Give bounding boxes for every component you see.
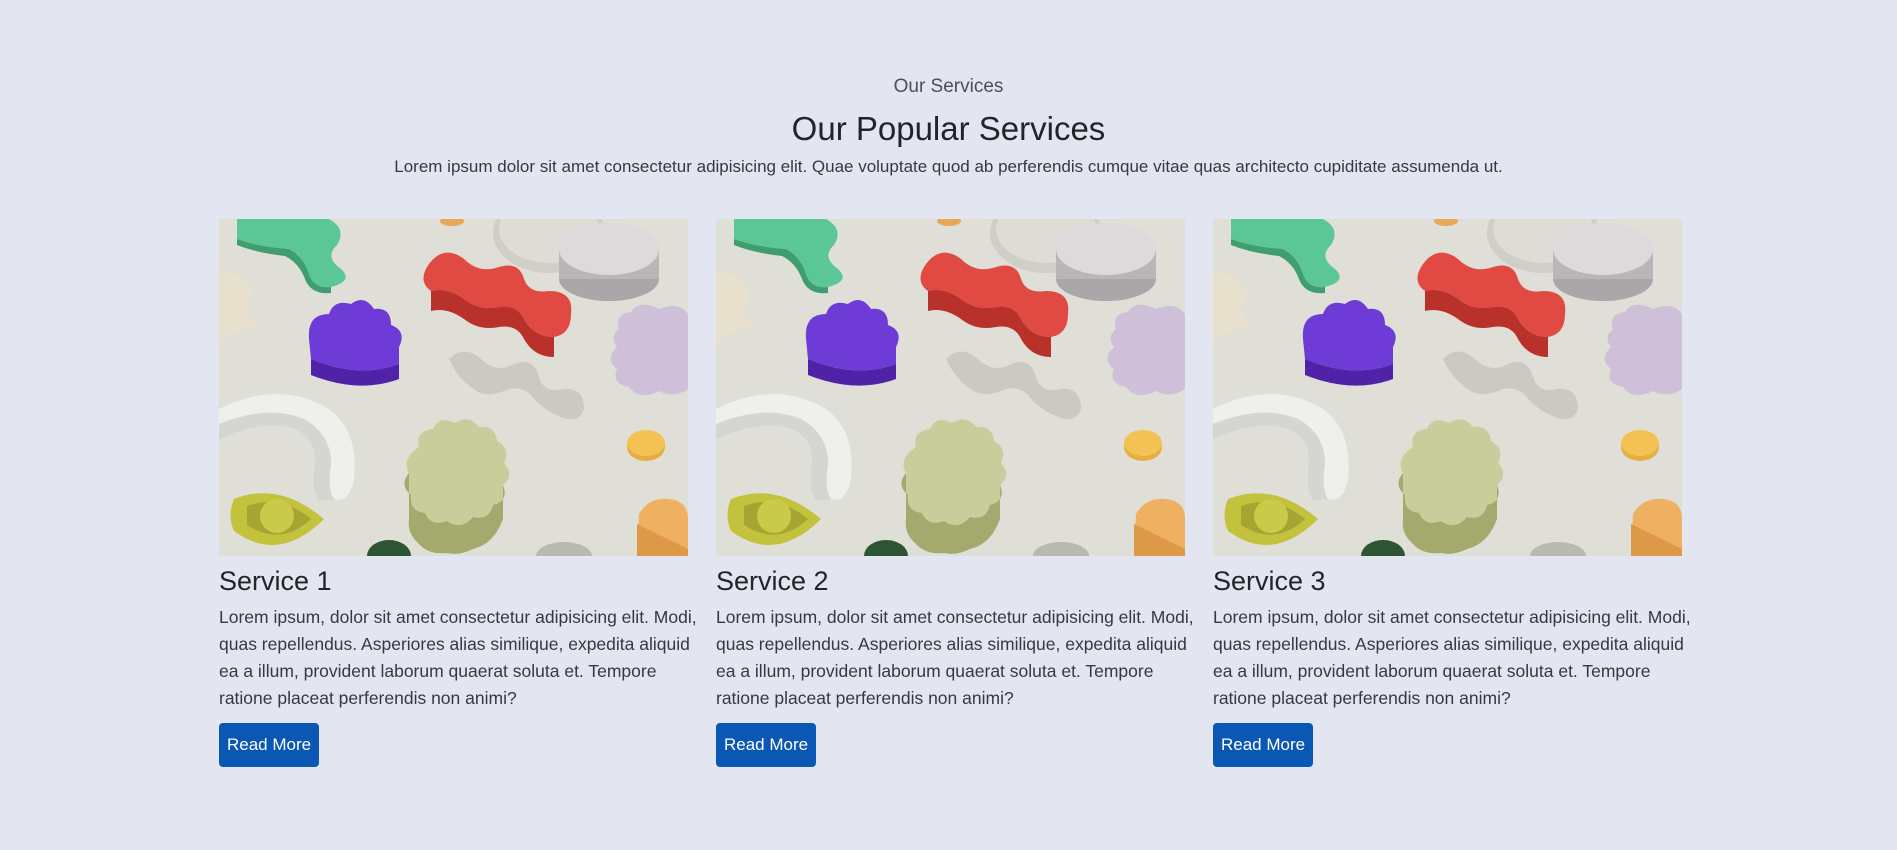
service-image [1213, 219, 1682, 556]
service-card-3: Service 3 Lorem ipsum, dolor sit amet co… [1213, 219, 1691, 767]
service-title: Service 3 [1213, 566, 1326, 596]
read-more-button[interactable]: Read More [716, 723, 817, 767]
read-more-button[interactable]: Read More [1213, 723, 1314, 767]
section-eyebrow: Our Services [893, 76, 1004, 97]
service-image [716, 219, 1185, 556]
read-more-button[interactable]: Read More [219, 723, 320, 767]
service-description: Lorem ipsum, dolor sit amet consectetur … [1213, 607, 1691, 708]
section-lead: Lorem ipsum dolor sit amet consectetur a… [394, 157, 1503, 176]
section-title: Our Popular Services [791, 110, 1106, 147]
service-description: Lorem ipsum, dolor sit amet consectetur … [716, 607, 1194, 708]
service-card-1: Service 1 Lorem ipsum, dolor sit amet co… [219, 219, 697, 767]
service-card-2: Service 2 Lorem ipsum, dolor sit amet co… [716, 219, 1194, 767]
service-description: Lorem ipsum, dolor sit amet consectetur … [219, 607, 697, 708]
service-image [219, 219, 688, 556]
services-section: Our Services Our Popular Services Lorem … [0, 0, 1897, 850]
service-title: Service 2 [716, 566, 829, 596]
service-title: Service 1 [219, 566, 332, 596]
